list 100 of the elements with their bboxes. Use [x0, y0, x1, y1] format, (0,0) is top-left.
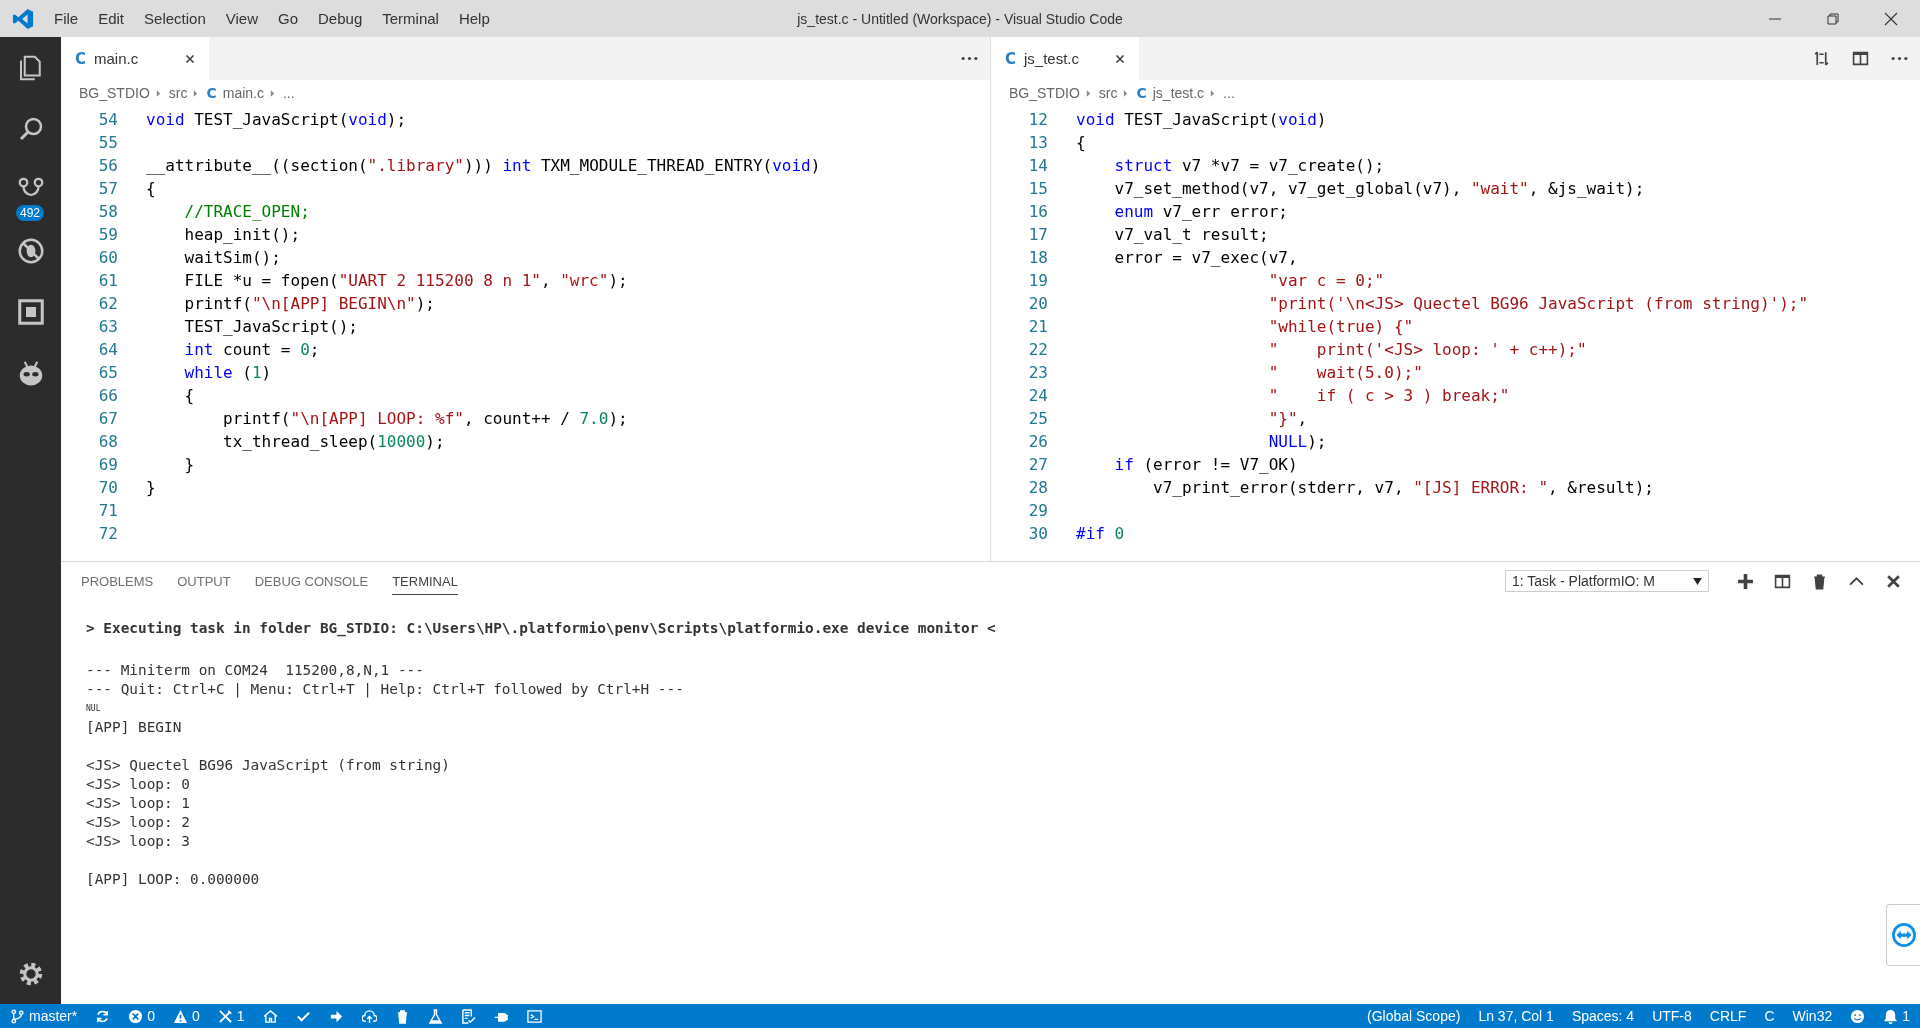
- code-line: struct v7 *v7 = v7_create();: [1113, 155, 1385, 177]
- terminal-dropdown[interactable]: 1: Task - PlatformIO: M: [1505, 570, 1709, 592]
- menu-item[interactable]: Terminal: [382, 10, 439, 27]
- panel-tab[interactable]: TERMINAL: [392, 567, 458, 595]
- split-editor-icon[interactable]: [1774, 572, 1791, 590]
- cloud-upload-icon[interactable]: [361, 1008, 377, 1024]
- code-line: v7_print_error(stderr, v7, "[JS] ERROR: ", &result);: [1152, 477, 1654, 499]
- smiley-icon[interactable]: [1850, 1008, 1866, 1024]
- status-item[interactable]: Spaces: 4: [1571, 1008, 1635, 1024]
- panel-tab[interactable]: PROBLEMS: [81, 567, 154, 595]
- menu-item[interactable]: Selection: [144, 10, 206, 27]
- status-text[interactable]: 1: [1902, 1008, 1910, 1024]
- caret-icon: [1123, 88, 1129, 98]
- control-character: NUL: [86, 704, 101, 713]
- line-number: 16: [1027, 201, 1048, 223]
- code-line: v7_val_t result;: [1113, 224, 1269, 246]
- line-number: 66: [97, 385, 118, 407]
- line-number: 65: [97, 362, 118, 384]
- line-number: 69: [97, 454, 118, 476]
- breadcrumb-item[interactable]: main.c: [222, 85, 264, 101]
- status-item[interactable]: C: [1764, 1008, 1775, 1024]
- status-text[interactable]: master*: [29, 1008, 78, 1024]
- code-line: waitSim();: [183, 247, 281, 269]
- code-line: " wait(5.0);": [1267, 362, 1423, 384]
- line-number: 25: [1027, 408, 1048, 430]
- code-line: "var c = 0;": [1267, 270, 1385, 292]
- bell-icon[interactable]: [1883, 1008, 1899, 1024]
- line-number: 72: [97, 523, 118, 545]
- status-item[interactable]: CRLF: [1709, 1008, 1747, 1024]
- flask-icon[interactable]: [427, 1008, 443, 1024]
- status-text[interactable]: 1: [236, 1008, 245, 1024]
- tools-icon[interactable]: [217, 1008, 233, 1024]
- code-line: enum v7_err error;: [1113, 201, 1288, 223]
- compare-icon[interactable]: [1813, 50, 1830, 67]
- terminal-line: --- Miniterm on COM24 115200,8,N,1 ---: [86, 661, 425, 680]
- error-icon[interactable]: [128, 1008, 144, 1024]
- trash-icon[interactable]: [1811, 572, 1828, 590]
- code-line: while (1): [183, 362, 272, 384]
- status-item[interactable]: Win32: [1792, 1008, 1833, 1024]
- menu-item[interactable]: Debug: [318, 10, 363, 27]
- caret-icon: [1085, 88, 1091, 98]
- line-number: 21: [1027, 316, 1048, 338]
- line-number: 68: [97, 431, 118, 453]
- code-line: error = v7_exec(v7,: [1113, 247, 1298, 269]
- status-text[interactable]: 0: [192, 1008, 200, 1024]
- breadcrumb-item[interactable]: src: [1098, 85, 1118, 101]
- status-item[interactable]: Ln 37, Col 1: [1478, 1008, 1554, 1024]
- code-line: " if ( c > 3 ) break;": [1267, 385, 1510, 407]
- panel-tab[interactable]: OUTPUT: [177, 567, 231, 595]
- editor-tab[interactable]: C js_test.c: [991, 37, 1139, 80]
- warning-icon[interactable]: [173, 1008, 189, 1024]
- line-number: 60: [97, 247, 118, 269]
- menu-item[interactable]: Edit: [98, 10, 125, 27]
- editor-tab[interactable]: C main.c: [61, 37, 209, 80]
- plus-icon[interactable]: [1737, 572, 1754, 590]
- menu-item[interactable]: Help: [458, 10, 490, 27]
- panel-tab[interactable]: DEBUG CONSOLE: [254, 567, 369, 595]
- line-number: 27: [1027, 454, 1048, 476]
- status-item[interactable]: UTF-8: [1652, 1008, 1692, 1024]
- breadcrumb-item[interactable]: js_test.c: [1152, 85, 1205, 101]
- status-text[interactable]: 0: [147, 1008, 156, 1024]
- split-editor-icon[interactable]: [1852, 50, 1869, 67]
- line-number: 17: [1027, 224, 1048, 246]
- terminal-icon[interactable]: [526, 1008, 542, 1024]
- code-line: printf("\n[APP] BEGIN\n");: [183, 293, 435, 315]
- checklist-icon[interactable]: [460, 1008, 476, 1024]
- line-number: 70: [97, 477, 118, 499]
- menu-item[interactable]: View: [225, 10, 258, 27]
- code-line: void TEST_JavaScript(void);: [146, 109, 407, 131]
- terminal-line: <JS> loop: 1: [86, 794, 191, 813]
- dropdown-arrow-icon: [1693, 577, 1702, 585]
- breadcrumb-item[interactable]: ...: [1223, 85, 1235, 101]
- line-number: 29: [1027, 500, 1048, 522]
- branch-icon[interactable]: [10, 1008, 25, 1024]
- c-file-icon: C: [1136, 85, 1147, 101]
- line-number: 63: [97, 316, 118, 338]
- breadcrumb-item[interactable]: BG_STDIO: [1009, 85, 1080, 101]
- status-item[interactable]: (Global Scope): [1367, 1008, 1461, 1024]
- home-icon[interactable]: [262, 1008, 278, 1024]
- breadcrumb-item[interactable]: ...: [283, 85, 295, 101]
- sync-icon[interactable]: [95, 1008, 111, 1024]
- caret-icon: [193, 88, 199, 98]
- breadcrumb-item[interactable]: src: [168, 85, 188, 101]
- line-number: 56: [97, 155, 118, 177]
- line-number: 14: [1027, 155, 1048, 177]
- terminal-line: <JS> Quectel BG96 JavaScript (from string): [86, 756, 451, 775]
- breadcrumb-item[interactable]: BG_STDIO: [79, 85, 150, 101]
- remote-control-button[interactable]: [1886, 904, 1920, 966]
- extensions-icon[interactable]: [15, 296, 46, 327]
- terminal-line: [APP] BEGIN: [86, 718, 183, 737]
- code-line: NULL);: [1267, 431, 1327, 453]
- menu-item[interactable]: Go: [278, 10, 298, 27]
- line-number: 15: [1027, 178, 1048, 200]
- menu-item[interactable]: File: [54, 10, 79, 27]
- line-number: 58: [97, 201, 118, 223]
- code-line: heap_init();: [183, 224, 301, 246]
- line-number: 26: [1027, 431, 1048, 453]
- code-line: " print('<JS> loop: ' + c++);": [1267, 339, 1587, 361]
- code-line: {: [1076, 132, 1086, 154]
- line-number: 23: [1027, 362, 1048, 384]
